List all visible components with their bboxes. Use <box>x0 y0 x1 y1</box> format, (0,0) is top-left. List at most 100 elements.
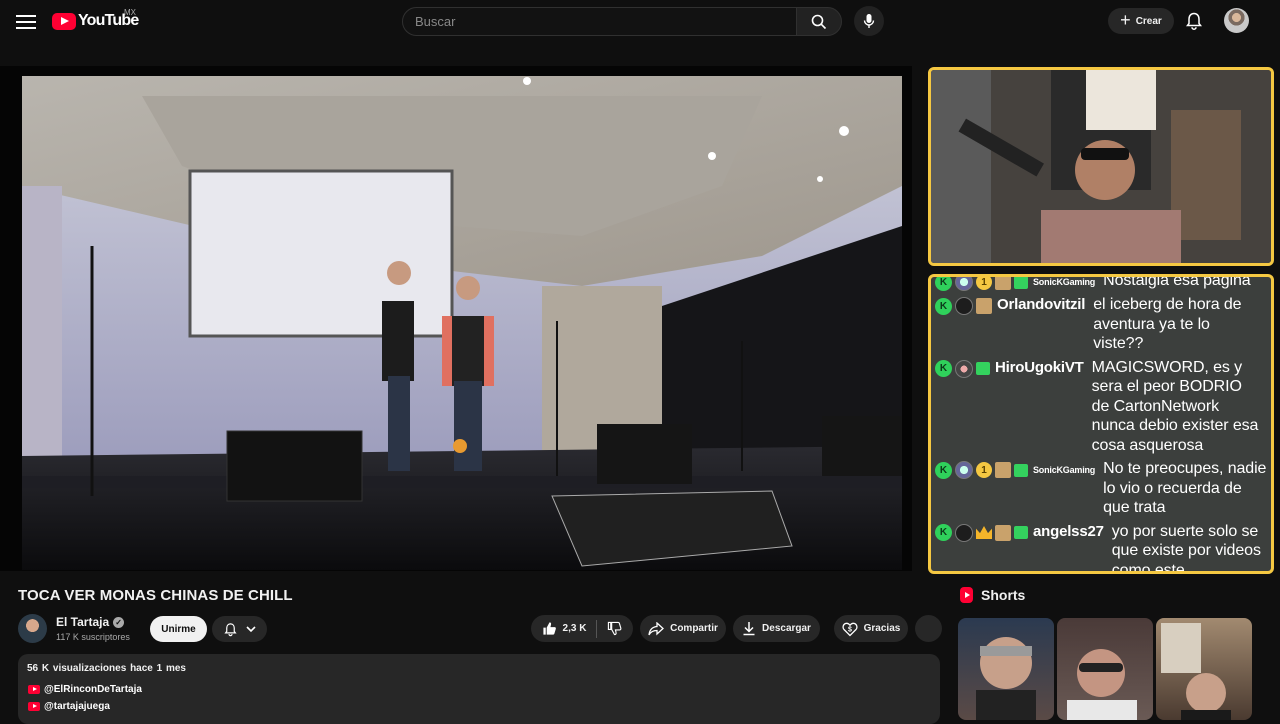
chat-text: No te preocupes, nadie lo vio o recuerda… <box>1103 460 1267 516</box>
like-icon[interactable] <box>542 621 557 636</box>
kick-badge-icon: K <box>935 360 952 377</box>
video-frame <box>22 76 902 570</box>
chat-username: HiroUgokiVT <box>995 358 1084 376</box>
sub-badge-icon <box>995 462 1011 478</box>
country-code: MX <box>124 8 136 17</box>
sub-badge-icon <box>995 277 1011 290</box>
short-thumbnail-image <box>1067 649 1137 720</box>
short-thumbnail-image <box>1161 623 1231 720</box>
description-link[interactable]: @tartajajuega <box>28 701 110 712</box>
sub-badge-icon <box>995 524 1011 541</box>
thanks-button[interactable]: $ Gracias <box>834 615 908 642</box>
chat-username: Orlandovitzil <box>997 296 1086 313</box>
download-button[interactable]: Descargar <box>733 615 820 642</box>
channel-name[interactable]: El Tartaja ✓ <box>56 615 125 629</box>
create-label: Crear <box>1135 15 1162 27</box>
chat-text: Nostalgia esa pagina <box>1103 274 1251 289</box>
gift-badge-icon <box>1014 277 1028 289</box>
crown-badge-icon <box>976 526 992 539</box>
link-text: @ElRinconDeTartaja <box>44 684 142 695</box>
video-meta: 56 K visualizaciones hace 1 mes <box>27 663 186 674</box>
gold-badge-icon: 1 <box>976 462 992 478</box>
account-avatar[interactable] <box>1224 8 1249 33</box>
chevron-down-icon <box>246 626 256 633</box>
search-box[interactable] <box>402 7 797 36</box>
notifications-bell-icon[interactable] <box>1184 11 1204 31</box>
heart-dollar-icon: $ <box>842 622 858 636</box>
link-text: @tartajajuega <box>44 701 110 712</box>
user-avatar <box>955 523 973 542</box>
chat-message: K angelss27 yo por suerte solo se que ex… <box>931 520 1271 574</box>
chat-username: angelss27 <box>1033 522 1104 540</box>
description-box[interactable]: 56 K visualizaciones hace 1 mes @ElRinco… <box>18 654 940 724</box>
search-button[interactable] <box>796 7 842 36</box>
share-icon <box>648 621 665 635</box>
user-avatar <box>955 461 973 479</box>
chat-text: el iceberg de hora de aventura ya te lo … <box>1093 296 1242 352</box>
verified-icon: ✓ <box>113 616 125 628</box>
share-button[interactable]: Compartir <box>640 615 726 642</box>
gold-badge-icon: 1 <box>976 277 992 290</box>
kick-badge-icon: K <box>935 277 952 291</box>
chat-text: yo por suerte solo se que existe por vid… <box>1111 522 1261 574</box>
like-count[interactable]: 2,3 K <box>563 623 587 634</box>
shorts-header: Shorts <box>960 587 1025 603</box>
chat-text: MAGICSWORD, es y sera el peor BODRIO de … <box>1091 358 1259 454</box>
kick-badge-icon: K <box>935 461 952 479</box>
chat-username: SonicKGaming <box>1033 465 1096 475</box>
view-count: 56 K visualizaciones <box>27 663 127 674</box>
kick-badge-icon: K <box>935 297 952 315</box>
chat-username: SonicKGaming <box>1033 277 1096 287</box>
channel-avatar[interactable] <box>18 614 47 643</box>
more-actions-button[interactable] <box>915 615 942 642</box>
join-button[interactable]: Unirme <box>150 616 207 642</box>
top-bar: YouTube MX + Crear <box>0 0 1280 42</box>
create-button[interactable]: + Crear <box>1108 8 1174 34</box>
download-icon <box>743 622 755 636</box>
chat-overlay: K 1 SonicKGaming Nostalgia esa pagina K … <box>928 274 1274 574</box>
chat-message: K HiroUgokiVT MAGICSWORD, es y sera el p… <box>931 356 1271 458</box>
voice-search-button[interactable] <box>854 6 884 36</box>
share-label: Compartir <box>670 623 718 634</box>
video-title: TOCA VER MONAS CHINAS DE CHILL <box>18 587 293 604</box>
microphone-icon <box>863 14 875 28</box>
gift-badge-icon <box>1014 463 1028 477</box>
menu-icon[interactable] <box>16 12 36 30</box>
svg-text:$: $ <box>848 626 852 633</box>
youtube-icon <box>28 685 40 694</box>
gift-badge-icon <box>1014 526 1028 539</box>
chat-message: K Orlandovitzil el iceberg de hora de av… <box>931 293 1271 356</box>
plus-icon: + <box>1120 10 1131 30</box>
youtube-icon <box>28 702 40 711</box>
bell-icon <box>224 622 237 636</box>
chat-message: K 1 SonicKGaming Nostalgia esa pagina <box>931 274 1271 293</box>
short-thumbnail[interactable] <box>1057 618 1153 720</box>
user-avatar <box>955 297 973 315</box>
search-input[interactable] <box>403 8 796 35</box>
shorts-icon <box>960 587 973 603</box>
description-link[interactable]: @ElRinconDeTartaja <box>28 684 142 695</box>
user-avatar <box>955 277 973 291</box>
channel-name-text: El Tartaja <box>56 615 110 629</box>
youtube-play-icon <box>52 12 76 30</box>
subscriber-count: 117 K suscriptores <box>56 632 130 642</box>
sub-badge-icon <box>976 298 992 314</box>
user-avatar <box>955 359 973 378</box>
streamer-webcam <box>928 67 1274 266</box>
divider <box>596 619 598 638</box>
subscription-bell-button[interactable] <box>212 616 267 642</box>
download-label: Descargar <box>762 623 811 634</box>
thanks-label: Gracias <box>863 623 901 634</box>
gift-badge-icon <box>976 362 990 375</box>
kick-badge-icon: K <box>935 524 952 541</box>
video-player[interactable] <box>0 66 912 571</box>
upload-date: hace 1 mes <box>130 663 186 674</box>
dislike-icon[interactable] <box>607 621 622 636</box>
like-dislike-group: 2,3 K <box>531 615 633 642</box>
short-thumbnail[interactable] <box>1156 618 1252 720</box>
short-thumbnail[interactable] <box>958 618 1054 720</box>
short-thumbnail-image <box>976 637 1036 720</box>
search-icon <box>811 14 827 29</box>
chat-message: K 1 SonicKGaming No te preocupes, nadie … <box>931 457 1271 520</box>
youtube-logo[interactable]: YouTube MX <box>52 8 139 31</box>
